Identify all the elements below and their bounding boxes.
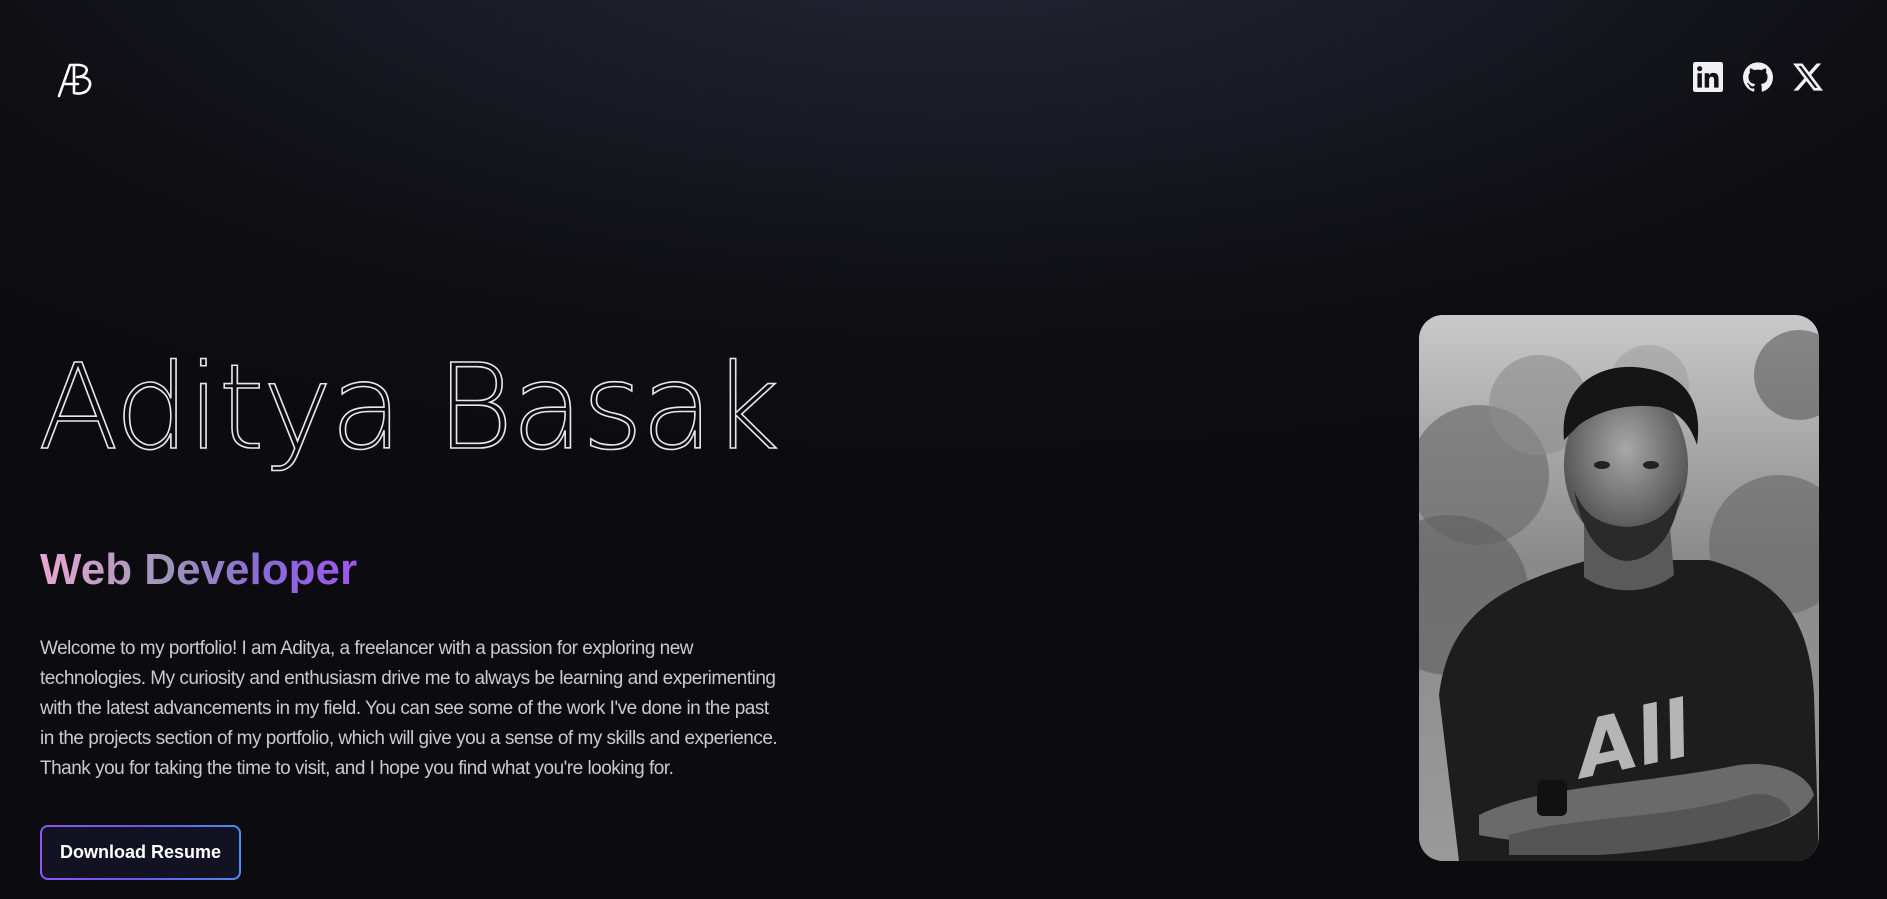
- ab-monogram-icon: [57, 63, 92, 98]
- x-icon: [1793, 63, 1823, 91]
- hero-description: Welcome to my portfolio! I am Aditya, a …: [40, 638, 778, 779]
- linkedin-link[interactable]: [1693, 62, 1723, 92]
- ab-logo[interactable]: [56, 60, 96, 100]
- linkedin-icon: [1693, 62, 1723, 92]
- github-link[interactable]: [1743, 62, 1773, 92]
- portfolio-page: Aditya Basak Web Developer Welcome to my…: [0, 0, 1887, 899]
- hero-name: Aditya Basak: [37, 337, 781, 477]
- social-links: [1693, 62, 1823, 92]
- github-icon: [1743, 62, 1773, 92]
- portrait-image: All: [1419, 315, 1819, 861]
- hero-role: Web Developer: [40, 540, 357, 600]
- download-resume-button[interactable]: Download Resume: [40, 825, 241, 880]
- profile-photo: All: [1419, 315, 1819, 861]
- x-link[interactable]: [1793, 62, 1823, 92]
